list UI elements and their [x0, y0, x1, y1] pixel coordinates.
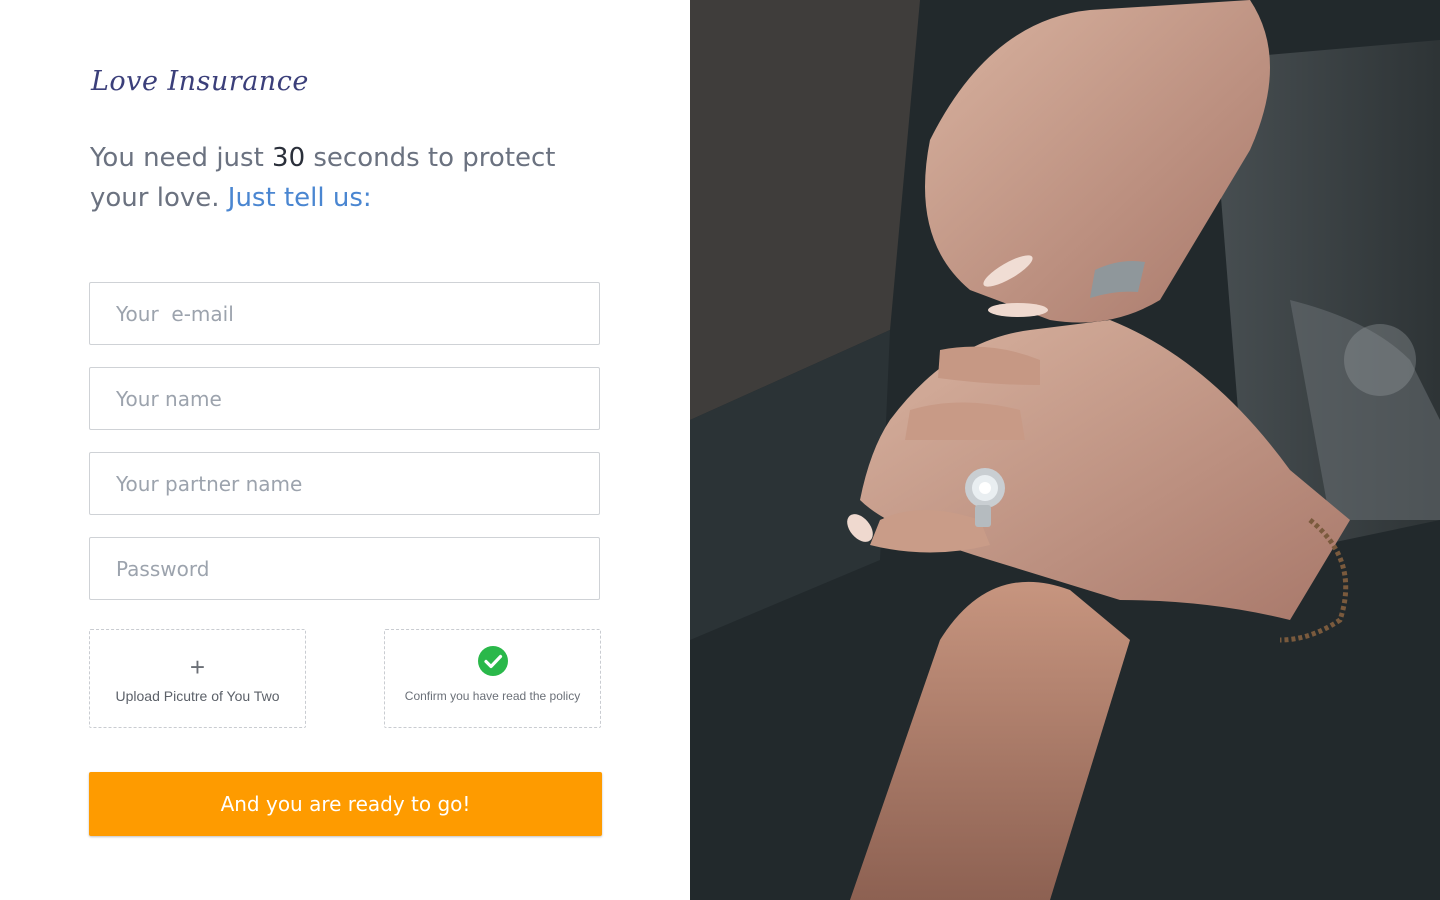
name-input[interactable]: [90, 368, 599, 429]
hero-photo: [690, 0, 1440, 900]
page-headline: You need just 30 seconds to protect your…: [90, 138, 610, 218]
password-field: [89, 537, 600, 600]
submit-button[interactable]: And you are ready to go!: [89, 772, 602, 836]
password-input[interactable]: [90, 538, 599, 599]
headline-number: 30: [272, 143, 306, 173]
check-circle-icon: [478, 646, 508, 676]
headline-highlight: Just tell us:: [227, 183, 372, 213]
signup-page: Love Insurance You need just 30 seconds …: [0, 0, 1440, 900]
headline-text-1: You need just: [90, 143, 273, 173]
brand-logo[interactable]: Love Insurance: [91, 66, 309, 97]
email-input[interactable]: [90, 283, 599, 344]
plus-icon: +: [189, 652, 206, 682]
name-field: [89, 367, 600, 430]
partner-name-field: [89, 452, 600, 515]
partner-name-input[interactable]: [90, 453, 599, 514]
couple-hands-illustration: [690, 0, 1440, 900]
policy-label: Confirm you have read the policy: [404, 689, 581, 703]
signup-panel: Love Insurance You need just 30 seconds …: [0, 0, 690, 900]
confirm-policy-checkbox[interactable]: Confirm you have read the policy: [384, 629, 601, 728]
upload-picture-button[interactable]: + Upload Picutre of You Two: [89, 629, 306, 728]
email-field: [89, 282, 600, 345]
upload-label: Upload Picutre of You Two: [115, 688, 280, 704]
